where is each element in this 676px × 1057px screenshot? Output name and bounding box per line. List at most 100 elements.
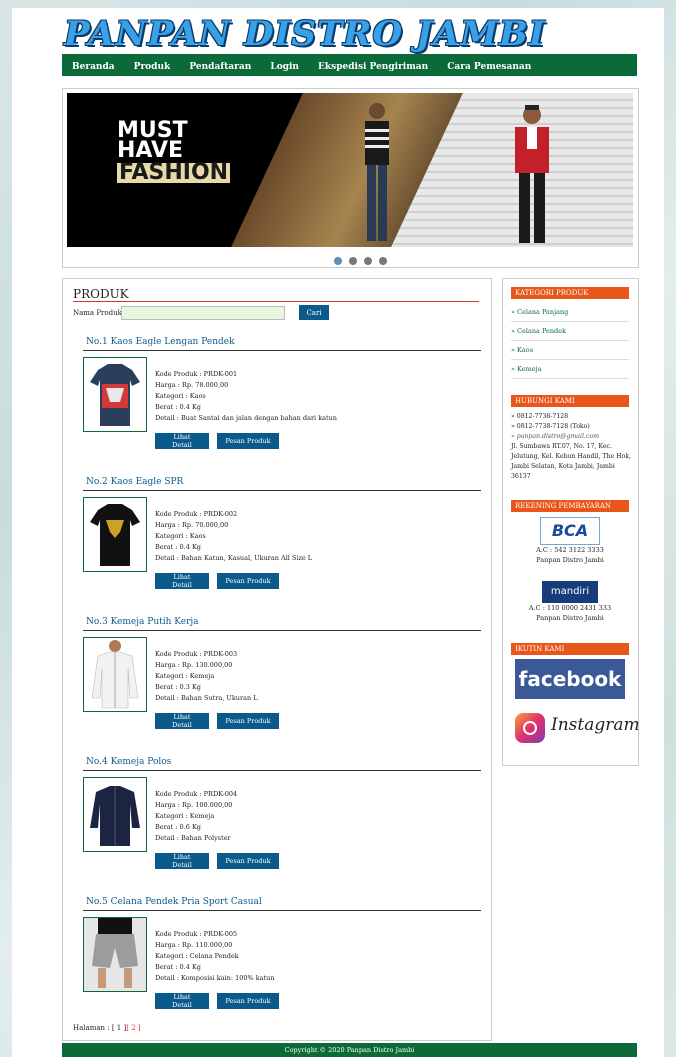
product-weight: Berat : 0.6 Kg bbox=[155, 823, 201, 831]
pagination-current: [ 1 ] bbox=[111, 1024, 127, 1032]
category-celana-panjang[interactable]: » Celana Panjang bbox=[511, 303, 629, 322]
contact-phone-1: » 0812-7738-7128 bbox=[511, 413, 569, 420]
view-detail-button[interactable]: Lihat Detail bbox=[155, 853, 209, 869]
pagination-label: Halaman : bbox=[73, 1024, 110, 1032]
product-divider bbox=[83, 770, 481, 771]
slider-dot-3[interactable] bbox=[364, 257, 373, 265]
nav-beranda[interactable]: Beranda bbox=[72, 56, 115, 78]
slider-dot-4[interactable] bbox=[379, 257, 388, 265]
bca-logo: BCA bbox=[540, 517, 600, 545]
nav-pendaftaran[interactable]: Pendaftaran bbox=[189, 56, 251, 78]
product-image-tshirt-eagle[interactable] bbox=[83, 357, 147, 432]
product-price: Harga : Rp. 130.000,00 bbox=[155, 661, 233, 669]
product-image-white-shirt[interactable] bbox=[83, 637, 147, 712]
product-info: Kode Produk : PRDK-003 Harga : Rp. 130.0… bbox=[155, 649, 258, 704]
product-code: Kode Produk : PRDK-005 bbox=[155, 930, 238, 938]
title-divider bbox=[73, 301, 479, 302]
product-title[interactable]: No.3 Kemeja Putih Kerja bbox=[86, 617, 199, 627]
order-product-button[interactable]: Pesan Produk bbox=[217, 433, 279, 449]
facebook-link[interactable]: facebook bbox=[515, 659, 625, 699]
product-price: Harga : Rp. 110.000,00 bbox=[155, 941, 233, 949]
mandiri-account-name: Panpan Distro Jambi bbox=[536, 614, 604, 622]
banner-slider: MUST HAVE FASHION bbox=[62, 88, 639, 268]
product-detail: Detail : Buat Santai dan jalan dengan ba… bbox=[155, 414, 337, 422]
slider-dots bbox=[333, 250, 388, 269]
banner-headline: MUST HAVE FASHION bbox=[117, 120, 231, 185]
bca-account-name: Panpan Distro Jambi bbox=[536, 556, 604, 564]
product-image-tshirt-black[interactable] bbox=[83, 497, 147, 572]
product-info: Kode Produk : PRDK-001 Harga : Rp. 78.00… bbox=[155, 369, 337, 424]
main-nav: Beranda Produk Pendaftaran Login Ekspedi… bbox=[62, 54, 637, 76]
product-price: Harga : Rp. 100.000,00 bbox=[155, 801, 233, 809]
order-product-button[interactable]: Pesan Produk bbox=[217, 573, 279, 589]
product-divider bbox=[83, 350, 481, 351]
order-product-button[interactable]: Pesan Produk bbox=[217, 853, 279, 869]
product-divider bbox=[83, 630, 481, 631]
product-category: Kategori : Kaos bbox=[155, 392, 206, 400]
product-title[interactable]: No.2 Kaos Eagle SPR bbox=[86, 477, 183, 487]
product-price: Harga : Rp. 78.000,00 bbox=[155, 381, 229, 389]
product-panel: PRODUK Nama Produk : Cari No.1 Kaos Eagl… bbox=[62, 278, 492, 1041]
product-price: Harga : Rp. 70.000,00 bbox=[155, 521, 229, 529]
product-item: No.5 Celana Pendek Pria Sport Casual Kod… bbox=[83, 897, 481, 1027]
product-detail: Detail : Bahan Katun, Kasual, Ukuran All… bbox=[155, 554, 313, 562]
bank-header: REKENING PEMBAYARAN bbox=[511, 500, 629, 512]
mandiri-logo: mandiri bbox=[542, 581, 598, 603]
slider-dot-2[interactable] bbox=[349, 257, 358, 265]
pagination-page-2[interactable]: [ 2 ] bbox=[126, 1024, 140, 1032]
nav-login[interactable]: Login bbox=[270, 56, 299, 78]
product-code: Kode Produk : PRDK-003 bbox=[155, 650, 238, 658]
search-label: Nama Produk : bbox=[73, 309, 127, 317]
nav-produk[interactable]: Produk bbox=[134, 56, 171, 78]
product-weight: Berat : 0.3 Kg bbox=[155, 683, 201, 691]
product-code: Kode Produk : PRDK-002 bbox=[155, 510, 238, 518]
order-product-button[interactable]: Pesan Produk bbox=[217, 713, 279, 729]
product-category: Kategori : Celana Pendek bbox=[155, 952, 239, 960]
view-detail-button[interactable]: Lihat Detail bbox=[155, 993, 209, 1009]
view-detail-button[interactable]: Lihat Detail bbox=[155, 573, 209, 589]
product-title[interactable]: No.4 Kemeja Polos bbox=[86, 757, 171, 767]
instagram-link[interactable]: Instagram bbox=[515, 709, 640, 749]
section-title: PRODUK bbox=[73, 287, 129, 301]
view-detail-button[interactable]: Lihat Detail bbox=[155, 713, 209, 729]
category-kemeja[interactable]: » Kemeja bbox=[511, 360, 629, 379]
site-logo[interactable]: PANPAN DISTRO JAMBI bbox=[64, 14, 545, 54]
bank-mandiri: mandiri A.C : 110 0000 2431 333 Panpan D… bbox=[511, 581, 629, 623]
view-detail-button[interactable]: Lihat Detail bbox=[155, 433, 209, 449]
contact-info: » 0812-7738-7128 » 0812-7738-7128 (Toko)… bbox=[511, 412, 633, 482]
category-kaos[interactable]: » Kaos bbox=[511, 341, 629, 360]
category-celana-pendek[interactable]: » Celana Pendek bbox=[511, 322, 629, 341]
product-code: Kode Produk : PRDK-001 bbox=[155, 370, 238, 378]
instagram-label: Instagram bbox=[551, 715, 640, 735]
contact-header: HUBUNGI KAMI bbox=[511, 395, 629, 407]
product-weight: Berat : 0.4 Kg bbox=[155, 543, 201, 551]
product-item: No.4 Kemeja Polos Kode Produk : PRDK-004… bbox=[83, 757, 481, 887]
contact-address: Jl. Sumbawa RT.07, No. 17, Kec. Jelutung… bbox=[511, 443, 632, 480]
instagram-icon bbox=[515, 713, 545, 743]
product-item: No.3 Kemeja Putih Kerja Kode Produk : PR… bbox=[83, 617, 481, 747]
product-image-shorts[interactable] bbox=[83, 917, 147, 992]
product-divider bbox=[83, 490, 481, 491]
slider-dot-1[interactable] bbox=[334, 257, 342, 265]
product-weight: Berat : 0.4 Kg bbox=[155, 403, 201, 411]
nav-ekspedisi[interactable]: Ekspedisi Pengiriman bbox=[318, 56, 428, 78]
follow-header: IKUTIN KAMI bbox=[511, 643, 629, 655]
product-info: Kode Produk : PRDK-002 Harga : Rp. 70.00… bbox=[155, 509, 312, 564]
product-image-navy-shirt[interactable] bbox=[83, 777, 147, 852]
product-category: Kategori : Kemeja bbox=[155, 812, 215, 820]
page-container: PANPAN DISTRO JAMBI Beranda Produk Penda… bbox=[12, 8, 664, 1057]
product-code: Kode Produk : PRDK-004 bbox=[155, 790, 238, 798]
order-product-button[interactable]: Pesan Produk bbox=[217, 993, 279, 1009]
bca-account: A.C : 542 3122 3333 bbox=[536, 546, 604, 554]
contact-email[interactable]: » panpan.distro@gmail.com bbox=[511, 432, 633, 442]
product-title[interactable]: No.1 Kaos Eagle Lengan Pendek bbox=[86, 337, 235, 347]
nav-cara-pemesanan[interactable]: Cara Pemesanan bbox=[447, 56, 531, 78]
product-detail: Detail : Komposisi kain: 100% katun bbox=[155, 974, 275, 982]
product-title[interactable]: No.5 Celana Pendek Pria Sport Casual bbox=[86, 897, 262, 907]
footer: Copyright © 2020 Panpan Distro Jambi bbox=[62, 1043, 637, 1057]
search-input[interactable] bbox=[121, 306, 285, 320]
search-button[interactable]: Cari bbox=[299, 305, 329, 320]
model-figure-2 bbox=[515, 105, 549, 243]
banner-line-3: FASHION bbox=[117, 160, 231, 185]
mandiri-account: A.C : 110 0000 2431 333 bbox=[528, 604, 612, 612]
